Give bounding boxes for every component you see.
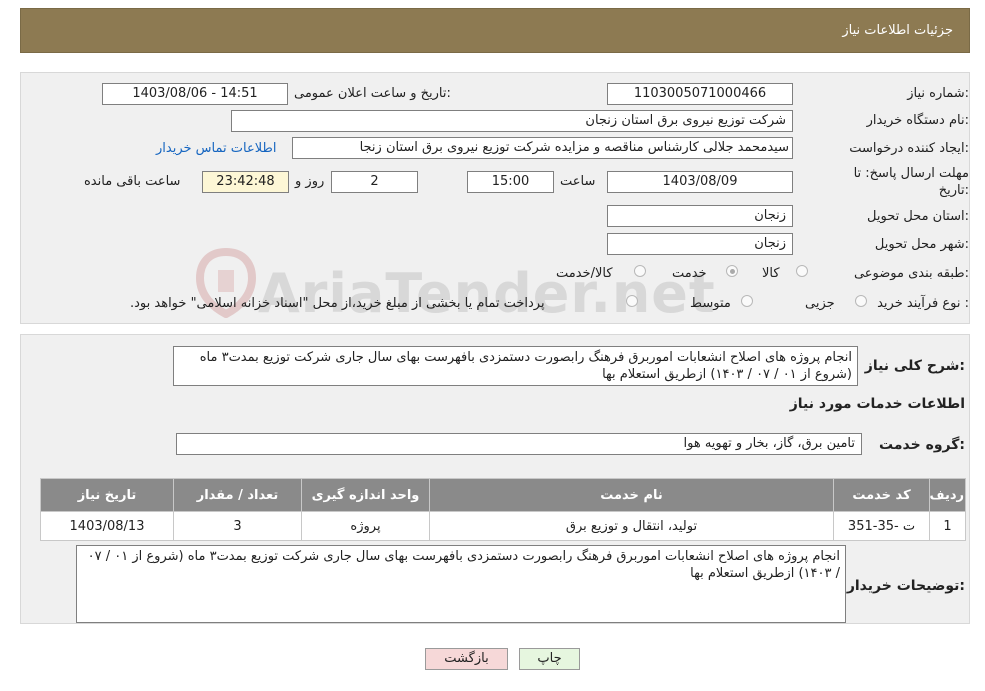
city-field: زنجان bbox=[607, 233, 793, 255]
need-number-label: شماره نیاز: bbox=[907, 86, 969, 101]
announce-date-field: 1403/08/06 - 14:51 bbox=[102, 83, 288, 105]
purchase-type-label: نوع فرآیند خرید : bbox=[877, 296, 969, 311]
buyer-notes-textarea[interactable]: انجام پروژه های اصلاح انشعابات اموربرق ف… bbox=[76, 545, 846, 623]
service-group-label: گروه خدمت: bbox=[879, 437, 965, 453]
category-option-goods: کالا bbox=[762, 266, 780, 281]
requester-field: سیدمحمد جلالی کارشناس مناقصه و مزایده شر… bbox=[292, 137, 793, 159]
services-table: ردیف کد خدمت نام خدمت واحد اندازه گیری ت… bbox=[40, 478, 966, 541]
category-option-goods-service: کالا/خدمت bbox=[556, 266, 613, 281]
col-service-name: نام خدمت bbox=[429, 478, 834, 512]
table-row: 1 ت -35-351 تولید، انتقال و توزیع برق پر… bbox=[40, 511, 966, 541]
back-button[interactable]: بازگشت bbox=[425, 648, 508, 670]
buyer-org-field: شرکت توزیع نیروی برق استان زنجان bbox=[231, 110, 793, 132]
cell-service-code: ت -35-351 bbox=[833, 511, 930, 541]
buyer-notes-label: توضیحات خریدار: bbox=[846, 578, 965, 594]
category-label: طبقه بندی موضوعی: bbox=[853, 266, 969, 281]
deadline-time-field: 15:00 bbox=[467, 171, 554, 193]
purchase-option-medium: متوسط bbox=[690, 296, 731, 311]
category-radio-service[interactable] bbox=[726, 265, 738, 277]
print-button[interactable]: چاپ bbox=[519, 648, 580, 670]
col-service-code: کد خدمت bbox=[833, 478, 930, 512]
watermark-text: AriaTender.net bbox=[258, 262, 716, 325]
deadline-label-line2: تاریخ: bbox=[938, 183, 969, 198]
treasury-payment-note: پرداخت تمام یا بخشی از مبلغ خرید،از محل … bbox=[130, 296, 545, 311]
summary-label: شرح کلی نیاز: bbox=[864, 358, 965, 374]
cell-row-number: 1 bbox=[929, 511, 966, 541]
deadline-date-field: 1403/08/09 bbox=[607, 171, 793, 193]
city-label: شهر محل تحویل: bbox=[874, 237, 969, 252]
buyer-org-label: نام دستگاه خریدار: bbox=[866, 113, 969, 128]
summary-textarea[interactable]: انجام پروژه های اصلاح انشعابات اموربرق ف… bbox=[173, 346, 858, 386]
category-radio-goods[interactable] bbox=[796, 265, 808, 277]
service-group-field: تامین برق، گاز، بخار و تهویه هوا bbox=[176, 433, 862, 455]
services-table-header: ردیف کد خدمت نام خدمت واحد اندازه گیری ت… bbox=[40, 478, 966, 512]
purchase-option-minor: جزیی bbox=[805, 296, 835, 311]
cell-service-name: تولید، انتقال و توزیع برق bbox=[429, 511, 834, 541]
days-label: روز و bbox=[295, 174, 325, 189]
buyer-contact-link[interactable]: اطلاعات تماس خریدار bbox=[156, 141, 276, 156]
page-title: جزئیات اطلاعات نیاز bbox=[842, 23, 953, 38]
treasury-payment-checkbox[interactable] bbox=[626, 295, 638, 307]
days-field: 2 bbox=[331, 171, 418, 193]
col-unit: واحد اندازه گیری bbox=[301, 478, 430, 512]
services-section-title: اطلاعات خدمات مورد نیاز bbox=[789, 396, 965, 412]
col-need-date: تاریخ نیاز bbox=[40, 478, 174, 512]
remaining-time-label: ساعت باقی مانده bbox=[84, 174, 181, 189]
announce-date-label: تاریخ و ساعت اعلان عمومی: bbox=[294, 86, 451, 101]
col-quantity: تعداد / مقدار bbox=[173, 478, 302, 512]
cell-need-date: 1403/08/13 bbox=[40, 511, 174, 541]
remaining-time-field: 23:42:48 bbox=[202, 171, 289, 193]
province-field: زنجان bbox=[607, 205, 793, 227]
deadline-time-label: ساعت bbox=[560, 174, 596, 189]
purchase-radio-minor[interactable] bbox=[855, 295, 867, 307]
page-header: جزئیات اطلاعات نیاز bbox=[20, 8, 970, 53]
category-radio-goods-service[interactable] bbox=[634, 265, 646, 277]
col-row-number: ردیف bbox=[929, 478, 966, 512]
province-label: استان محل تحویل: bbox=[867, 209, 969, 224]
need-number-field: 1103005071000466 bbox=[607, 83, 793, 105]
deadline-label-line1: مهلت ارسال پاسخ: تا bbox=[853, 166, 969, 181]
category-option-service: خدمت bbox=[672, 266, 707, 281]
requester-label: ایجاد کننده درخواست: bbox=[849, 141, 969, 156]
cell-quantity: 3 bbox=[173, 511, 302, 541]
cell-unit: پروژه bbox=[301, 511, 430, 541]
purchase-radio-medium[interactable] bbox=[741, 295, 753, 307]
